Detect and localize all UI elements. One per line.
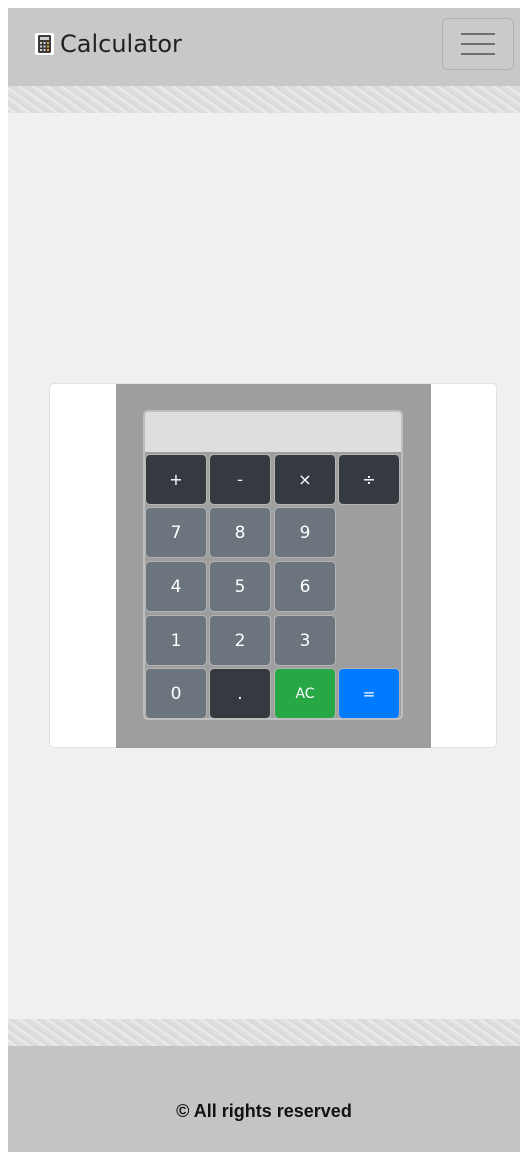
footer-texture-strip: [8, 1019, 520, 1046]
three-button[interactable]: 3: [274, 615, 336, 666]
page: Calculator + - × ÷ 7 8 9 4 5 6 1 2 3 0 .: [8, 8, 520, 1152]
toggler-bar: [461, 53, 495, 55]
six-button[interactable]: 6: [274, 561, 336, 612]
calculator-body: + - × ÷ 7 8 9 4 5 6 1 2 3 0 . AC =: [143, 410, 403, 720]
equals-button[interactable]: =: [338, 668, 400, 718]
divide-button[interactable]: ÷: [338, 454, 400, 505]
footer-copyright: © All rights reserved: [176, 1101, 352, 1121]
brand-link[interactable]: Calculator: [35, 30, 182, 58]
clear-button[interactable]: AC: [274, 668, 336, 718]
decimal-button[interactable]: .: [209, 668, 271, 718]
calculator: + - × ÷ 7 8 9 4 5 6 1 2 3 0 . AC =: [116, 384, 431, 748]
navbar: Calculator: [8, 8, 520, 86]
calculator-icon: [35, 33, 54, 55]
minus-button[interactable]: -: [209, 454, 271, 505]
footer: © All rights reserved: [8, 1046, 520, 1152]
header-texture-strip: [8, 86, 520, 113]
calculator-display[interactable]: [145, 412, 401, 452]
multiply-button[interactable]: ×: [274, 454, 336, 505]
brand-title: Calculator: [60, 30, 182, 58]
two-button[interactable]: 2: [209, 615, 271, 666]
toggler-bar: [461, 33, 495, 35]
eight-button[interactable]: 8: [209, 507, 271, 558]
one-button[interactable]: 1: [145, 615, 207, 666]
nine-button[interactable]: 9: [274, 507, 336, 558]
toggler-bar: [461, 43, 495, 45]
five-button[interactable]: 5: [209, 561, 271, 612]
plus-button[interactable]: +: [145, 454, 207, 505]
zero-button[interactable]: 0: [145, 668, 207, 718]
hamburger-menu-icon[interactable]: [442, 18, 514, 70]
four-button[interactable]: 4: [145, 561, 207, 612]
seven-button[interactable]: 7: [145, 507, 207, 558]
